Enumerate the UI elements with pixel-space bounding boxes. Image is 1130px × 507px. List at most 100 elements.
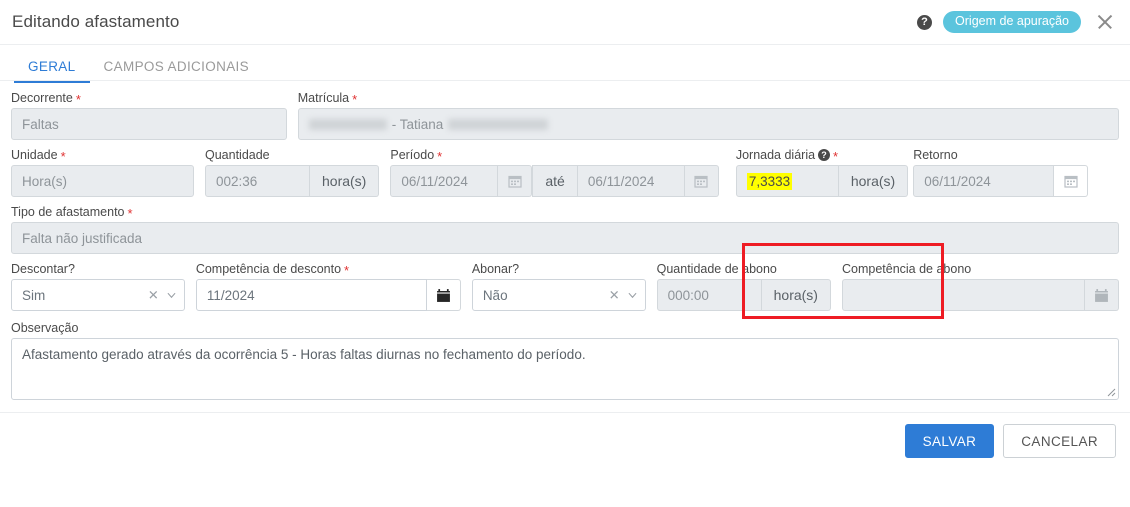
resize-handle-icon[interactable] (1104, 385, 1116, 397)
abonar-select[interactable]: Não ✕ (471, 279, 646, 311)
matricula-value: - Tatiana (391, 116, 444, 132)
quantidade-abono-unit-addon: hora(s) (761, 279, 831, 311)
chevron-down-icon[interactable] (167, 291, 176, 300)
tab-bar: GERAL CAMPOS ADICIONAIS (0, 45, 1130, 83)
periodo-separator: até (532, 165, 577, 197)
form-row-2: Unidade * Hora(s) Quantidade 002:36 hora… (11, 148, 1119, 197)
clear-icon[interactable]: ✕ (609, 289, 620, 302)
required-marker: * (437, 148, 443, 164)
form-row-4: Descontar? Sim ✕ Competência de desconto… (11, 262, 1119, 311)
absence-form: Decorrente * Faltas Matrícula * - Tatian… (0, 81, 1130, 319)
label-descontar: Descontar? (11, 262, 75, 276)
competencia-abono-calendar-icon[interactable] (1084, 279, 1119, 311)
field-quantidade: Quantidade 002:36 hora(s) (205, 148, 380, 197)
competencia-desconto-calendar-icon[interactable] (426, 279, 461, 311)
calendar-icon (1095, 288, 1108, 302)
label-jornada-diaria: Jornada diária ? * (735, 148, 908, 163)
question-circle-icon[interactable]: ? (917, 14, 933, 30)
redacted-surname (448, 118, 549, 130)
dialog-footer: SALVAR CANCELAR (0, 413, 1130, 458)
field-periodo: Período * 06/11/2024 até 06/11/2024 (390, 148, 719, 197)
label-retorno: Retorno (913, 148, 958, 162)
label-observacao: Observação (11, 321, 79, 335)
field-competencia-abono: Competência de abono (841, 262, 1119, 311)
field-abonar: Abonar? Não ✕ (471, 262, 646, 311)
page-title: Editando afastamento (12, 12, 180, 31)
calendar-icon (1064, 175, 1078, 188)
jornada-diaria-input[interactable]: 7,3333 (735, 165, 839, 197)
label-competencia-abono: Competência de abono (841, 262, 972, 276)
competencia-desconto-input[interactable]: 11/2024 (195, 279, 427, 311)
quantidade-input[interactable]: 002:36 (205, 165, 310, 197)
label-matricula-text: Matrícula (297, 91, 350, 105)
tab-campos-adicionais[interactable]: CAMPOS ADICIONAIS (90, 59, 263, 83)
quantidade-abono-input[interactable]: 000:00 (656, 279, 762, 311)
quantidade-unit-addon: hora(s) (310, 165, 380, 197)
close-icon[interactable] (1094, 11, 1116, 33)
label-competencia-desconto: Competência de desconto * (195, 262, 461, 278)
question-circle-icon[interactable]: ? (818, 149, 831, 161)
redacted-registration-number (308, 118, 387, 130)
label-competencia-desconto-text: Competência de desconto (195, 262, 342, 276)
field-tipo-afastamento: Tipo de afastamento * Falta não justific… (11, 205, 1119, 254)
field-descontar: Descontar? Sim ✕ (11, 262, 185, 311)
cancel-button[interactable]: CANCELAR (1003, 424, 1116, 458)
tipo-afastamento-input[interactable]: Falta não justificada (11, 222, 1119, 254)
label-decorrente: Decorrente * (11, 91, 287, 107)
periodo-end-calendar-icon[interactable] (684, 165, 719, 197)
label-unidade-text: Unidade (11, 148, 58, 162)
retorno-input[interactable]: 06/11/2024 (913, 165, 1055, 197)
field-decorrente: Decorrente * Faltas (11, 91, 287, 140)
field-unidade: Unidade * Hora(s) (11, 148, 194, 197)
label-tipo-afastamento: Tipo de afastamento * (11, 205, 1119, 220)
required-marker: * (352, 91, 358, 107)
field-competencia-desconto: Competência de desconto * 11/2024 (195, 262, 461, 311)
header-actions: ? Origem de apuração (917, 11, 1116, 33)
field-matricula: Matrícula * - Tatiana (297, 91, 1119, 140)
edit-absence-dialog: Editando afastamento ? Origem de apuraçã… (0, 0, 1130, 507)
competencia-abono-input[interactable] (841, 279, 1085, 311)
required-marker: * (75, 91, 81, 107)
observation-section: Observação Afastamento gerado através da… (0, 319, 1130, 400)
observacao-textarea[interactable]: Afastamento gerado através da ocorrência… (11, 338, 1119, 400)
label-quantidade: Quantidade (205, 148, 270, 162)
label-periodo-text: Período (390, 148, 435, 162)
competencia-abono-group (841, 279, 1119, 311)
form-row-1: Decorrente * Faltas Matrícula * - Tatian… (11, 91, 1119, 140)
periodo-end-input[interactable]: 06/11/2024 (576, 165, 685, 197)
required-marker: * (344, 262, 350, 278)
calendar-icon (436, 288, 450, 302)
matricula-input[interactable]: - Tatiana (297, 108, 1119, 140)
periodo-start-calendar-icon[interactable] (498, 165, 533, 197)
label-jornada-diaria-text: Jornada diária (735, 148, 816, 162)
field-quantidade-abono: Quantidade de abono 000:00 hora(s) (656, 262, 831, 311)
required-marker: * (60, 148, 66, 164)
periodo-start-input[interactable]: 06/11/2024 (390, 165, 499, 197)
label-quantidade-abono: Quantidade de abono (656, 262, 777, 276)
descontar-select[interactable]: Sim ✕ (11, 279, 185, 311)
jornada-diaria-group: 7,3333 hora(s) (735, 165, 909, 197)
retorno-group: 06/11/2024 (913, 165, 1089, 197)
label-tipo-afastamento-text: Tipo de afastamento (11, 205, 125, 219)
retorno-calendar-icon[interactable] (1054, 165, 1089, 197)
label-unidade: Unidade * (11, 148, 194, 164)
calendar-icon (694, 175, 708, 188)
field-retorno: Retorno 06/11/2024 (913, 148, 1089, 197)
chevron-down-icon[interactable] (628, 291, 637, 300)
tab-geral[interactable]: GERAL (14, 59, 90, 83)
jornada-diaria-unit-addon: hora(s) (838, 165, 909, 197)
label-abonar: Abonar? (471, 262, 520, 276)
dialog-header: Editando afastamento ? Origem de apuraçã… (0, 0, 1130, 44)
save-button[interactable]: SALVAR (904, 424, 995, 458)
clear-icon[interactable]: ✕ (148, 289, 159, 302)
form-row-3: Tipo de afastamento * Falta não justific… (11, 205, 1119, 254)
competencia-desconto-group: 11/2024 (195, 279, 461, 311)
jornada-diaria-value: 7,3333 (746, 172, 793, 190)
quantidade-group: 002:36 hora(s) (205, 165, 380, 197)
label-matricula: Matrícula * (297, 91, 1119, 107)
status-badge[interactable]: Origem de apuração (943, 11, 1081, 33)
decorrente-input[interactable]: Faltas (11, 108, 287, 140)
field-jornada-diaria: Jornada diária ? * 7,3333 hora(s) (735, 148, 909, 197)
quantidade-abono-group: 000:00 hora(s) (656, 279, 831, 311)
unidade-input[interactable]: Hora(s) (11, 165, 194, 197)
